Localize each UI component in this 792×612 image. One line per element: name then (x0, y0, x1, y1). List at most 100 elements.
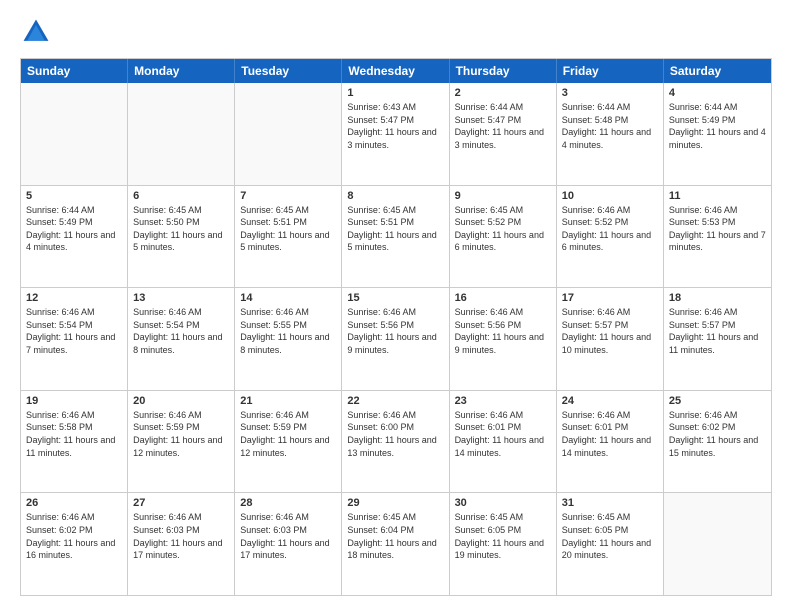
calendar-cell: 13 Sunrise: 6:46 AM Sunset: 5:54 PM Dayli… (128, 288, 235, 390)
cell-info: Sunrise: 6:45 AM Sunset: 5:51 PM Dayligh… (240, 204, 336, 254)
calendar-cell: 11 Sunrise: 6:46 AM Sunset: 5:53 PM Dayli… (664, 186, 771, 288)
calendar-cell: 26 Sunrise: 6:46 AM Sunset: 6:02 PM Dayli… (21, 493, 128, 595)
header-day: Tuesday (235, 59, 342, 83)
calendar-cell: 8 Sunrise: 6:45 AM Sunset: 5:51 PM Daylig… (342, 186, 449, 288)
calendar-cell (235, 83, 342, 185)
day-number: 23 (455, 395, 551, 407)
calendar-cell: 16 Sunrise: 6:46 AM Sunset: 5:56 PM Dayli… (450, 288, 557, 390)
day-number: 25 (669, 395, 766, 407)
cell-info: Sunrise: 6:46 AM Sunset: 5:57 PM Dayligh… (562, 306, 658, 356)
day-number: 28 (240, 497, 336, 509)
calendar-row: 1 Sunrise: 6:43 AM Sunset: 5:47 PM Daylig… (21, 83, 771, 186)
day-number: 15 (347, 292, 443, 304)
cell-info: Sunrise: 6:46 AM Sunset: 5:54 PM Dayligh… (133, 306, 229, 356)
cell-info: Sunrise: 6:46 AM Sunset: 6:03 PM Dayligh… (133, 511, 229, 561)
calendar-cell: 20 Sunrise: 6:46 AM Sunset: 5:59 PM Dayli… (128, 391, 235, 493)
calendar-cell: 21Sunrise: 6:46 AM Sunset: 5:59 PM Dayli… (235, 391, 342, 493)
calendar-cell: 24 Sunrise: 6:46 AM Sunset: 6:01 PM Dayli… (557, 391, 664, 493)
calendar-cell: 3Sunrise: 6:44 AM Sunset: 5:48 PM Daylig… (557, 83, 664, 185)
cell-info: Sunrise: 6:43 AM Sunset: 5:47 PM Dayligh… (347, 101, 443, 151)
calendar-cell: 25 Sunrise: 6:46 AM Sunset: 6:02 PM Dayli… (664, 391, 771, 493)
calendar-cell: 17 Sunrise: 6:46 AM Sunset: 5:57 PM Dayli… (557, 288, 664, 390)
day-number: 1 (347, 87, 443, 99)
cell-info: Sunrise: 6:46 AM Sunset: 6:01 PM Dayligh… (562, 409, 658, 459)
calendar-cell: 5 Sunrise: 6:44 AM Sunset: 5:49 PM Daylig… (21, 186, 128, 288)
calendar-cell: 6Sunrise: 6:45 AM Sunset: 5:50 PM Daylig… (128, 186, 235, 288)
calendar-row: 12Sunrise: 6:46 AM Sunset: 5:54 PM Dayli… (21, 288, 771, 391)
cell-info: Sunrise: 6:46 AM Sunset: 5:55 PM Dayligh… (240, 306, 336, 356)
logo (20, 16, 56, 48)
calendar-cell: 18 Sunrise: 6:46 AM Sunset: 5:57 PM Dayli… (664, 288, 771, 390)
day-number: 2 (455, 87, 551, 99)
day-number: 24 (562, 395, 658, 407)
cell-info: Sunrise: 6:45 AM Sunset: 5:50 PM Dayligh… (133, 204, 229, 254)
cell-info: Sunrise: 6:45 AM Sunset: 6:05 PM Dayligh… (562, 511, 658, 561)
cell-info: Sunrise: 6:46 AM Sunset: 6:02 PM Dayligh… (669, 409, 766, 459)
cell-info: Sunrise: 6:46 AM Sunset: 5:52 PM Dayligh… (562, 204, 658, 254)
cell-info: Sunrise: 6:44 AM Sunset: 5:49 PM Dayligh… (26, 204, 122, 254)
header (20, 16, 772, 48)
day-number: 29 (347, 497, 443, 509)
page: SundayMondayTuesdayWednesdayThursdayFrid… (0, 0, 792, 612)
calendar-cell: 4Sunrise: 6:44 AM Sunset: 5:49 PM Daylig… (664, 83, 771, 185)
calendar: SundayMondayTuesdayWednesdayThursdayFrid… (20, 58, 772, 596)
cell-info: Sunrise: 6:46 AM Sunset: 5:56 PM Dayligh… (455, 306, 551, 356)
day-number: 22 (347, 395, 443, 407)
cell-info: Sunrise: 6:45 AM Sunset: 6:04 PM Dayligh… (347, 511, 443, 561)
calendar-cell: 23 Sunrise: 6:46 AM Sunset: 6:01 PM Dayli… (450, 391, 557, 493)
day-number: 8 (347, 190, 443, 202)
cell-info: Sunrise: 6:46 AM Sunset: 5:57 PM Dayligh… (669, 306, 766, 356)
calendar-cell: 12Sunrise: 6:46 AM Sunset: 5:54 PM Dayli… (21, 288, 128, 390)
calendar-header: SundayMondayTuesdayWednesdayThursdayFrid… (21, 59, 771, 83)
cell-info: Sunrise: 6:46 AM Sunset: 5:59 PM Dayligh… (240, 409, 336, 459)
day-number: 11 (669, 190, 766, 202)
calendar-cell: 1 Sunrise: 6:43 AM Sunset: 5:47 PM Daylig… (342, 83, 449, 185)
day-number: 31 (562, 497, 658, 509)
header-day: Sunday (21, 59, 128, 83)
day-number: 9 (455, 190, 551, 202)
day-number: 13 (133, 292, 229, 304)
cell-info: Sunrise: 6:45 AM Sunset: 5:51 PM Dayligh… (347, 204, 443, 254)
calendar-cell: 2Sunrise: 6:44 AM Sunset: 5:47 PM Daylig… (450, 83, 557, 185)
cell-info: Sunrise: 6:45 AM Sunset: 5:52 PM Dayligh… (455, 204, 551, 254)
calendar-cell: 7 Sunrise: 6:45 AM Sunset: 5:51 PM Daylig… (235, 186, 342, 288)
cell-info: Sunrise: 6:46 AM Sunset: 5:58 PM Dayligh… (26, 409, 122, 459)
cell-info: Sunrise: 6:46 AM Sunset: 6:01 PM Dayligh… (455, 409, 551, 459)
day-number: 18 (669, 292, 766, 304)
day-number: 27 (133, 497, 229, 509)
calendar-cell: 14Sunrise: 6:46 AM Sunset: 5:55 PM Dayli… (235, 288, 342, 390)
calendar-cell (664, 493, 771, 595)
cell-info: Sunrise: 6:46 AM Sunset: 5:59 PM Dayligh… (133, 409, 229, 459)
day-number: 20 (133, 395, 229, 407)
calendar-cell (21, 83, 128, 185)
cell-info: Sunrise: 6:46 AM Sunset: 6:00 PM Dayligh… (347, 409, 443, 459)
header-day: Wednesday (342, 59, 449, 83)
calendar-cell: 31 Sunrise: 6:45 AM Sunset: 6:05 PM Dayli… (557, 493, 664, 595)
calendar-cell: 19Sunrise: 6:46 AM Sunset: 5:58 PM Dayli… (21, 391, 128, 493)
calendar-cell (128, 83, 235, 185)
calendar-body: 1 Sunrise: 6:43 AM Sunset: 5:47 PM Daylig… (21, 83, 771, 595)
calendar-row: 26 Sunrise: 6:46 AM Sunset: 6:02 PM Dayli… (21, 493, 771, 595)
day-number: 7 (240, 190, 336, 202)
header-day: Friday (557, 59, 664, 83)
day-number: 3 (562, 87, 658, 99)
day-number: 5 (26, 190, 122, 202)
cell-info: Sunrise: 6:46 AM Sunset: 5:56 PM Dayligh… (347, 306, 443, 356)
calendar-row: 19Sunrise: 6:46 AM Sunset: 5:58 PM Dayli… (21, 391, 771, 494)
cell-info: Sunrise: 6:45 AM Sunset: 6:05 PM Dayligh… (455, 511, 551, 561)
cell-info: Sunrise: 6:44 AM Sunset: 5:49 PM Dayligh… (669, 101, 766, 151)
calendar-cell: 10Sunrise: 6:46 AM Sunset: 5:52 PM Dayli… (557, 186, 664, 288)
calendar-cell: 29 Sunrise: 6:45 AM Sunset: 6:04 PM Dayli… (342, 493, 449, 595)
cell-info: Sunrise: 6:46 AM Sunset: 5:54 PM Dayligh… (26, 306, 122, 356)
day-number: 16 (455, 292, 551, 304)
day-number: 17 (562, 292, 658, 304)
calendar-cell: 30Sunrise: 6:45 AM Sunset: 6:05 PM Dayli… (450, 493, 557, 595)
calendar-cell: 9 Sunrise: 6:45 AM Sunset: 5:52 PM Daylig… (450, 186, 557, 288)
header-day: Monday (128, 59, 235, 83)
calendar-cell: 28 Sunrise: 6:46 AM Sunset: 6:03 PM Dayli… (235, 493, 342, 595)
cell-info: Sunrise: 6:46 AM Sunset: 6:03 PM Dayligh… (240, 511, 336, 561)
day-number: 26 (26, 497, 122, 509)
calendar-cell: 22 Sunrise: 6:46 AM Sunset: 6:00 PM Dayli… (342, 391, 449, 493)
cell-info: Sunrise: 6:46 AM Sunset: 6:02 PM Dayligh… (26, 511, 122, 561)
cell-info: Sunrise: 6:46 AM Sunset: 5:53 PM Dayligh… (669, 204, 766, 254)
